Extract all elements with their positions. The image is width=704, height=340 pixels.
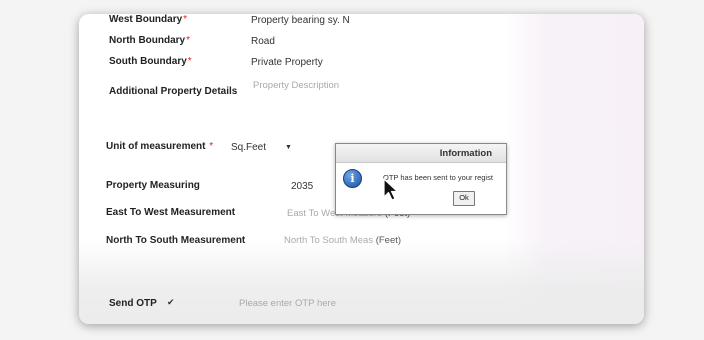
required-mark: * [186,35,191,46]
north-boundary-label: North Boundary* [109,35,191,46]
additional-details-label: Additional Property Details [109,86,238,97]
ok-button[interactable]: Ok [453,191,475,206]
property-measuring-field[interactable]: 2035 [291,181,313,192]
mouse-cursor-icon [383,178,399,201]
west-boundary-label: West Boundary* [109,14,188,25]
required-mark: * [183,14,188,25]
bottom-fade-overlay [79,239,644,324]
information-dialog: Information i OTP has been sent to your … [335,143,507,215]
right-fade-overlay [504,14,644,324]
dialog-header: Information [336,144,506,163]
north-south-field[interactable]: North To South Meas (Feet) [284,235,401,246]
otp-input[interactable]: Please enter OTP here [239,298,336,309]
info-icon: i [343,169,362,188]
send-otp-button[interactable]: Send OTP [109,298,157,309]
south-boundary-label: South Boundary* [109,56,192,67]
property-measuring-label: Property Measuring [106,180,200,191]
required-mark: * [209,141,214,152]
north-south-label: North To South Measurement [106,235,246,246]
unit-select[interactable]: Sq.Feet [231,142,266,153]
property-description-field[interactable]: Property Description [253,80,339,91]
dialog-message: OTP has been sent to your regist [383,173,493,182]
check-icon: ✔ [167,297,175,307]
east-west-label: East To West Measurement [106,207,236,218]
south-boundary-field[interactable]: Private Property [251,57,323,68]
unit-of-measurement-label: Unit of measurement * [106,141,214,152]
chevron-down-icon[interactable]: ▼ [285,144,292,151]
west-boundary-field[interactable]: Property bearing sy. N [251,15,350,26]
dialog-title: Information [439,148,492,159]
required-mark: * [187,56,192,67]
north-boundary-field[interactable]: Road [251,36,275,47]
form-card: West Boundary* Property bearing sy. N No… [79,14,644,324]
